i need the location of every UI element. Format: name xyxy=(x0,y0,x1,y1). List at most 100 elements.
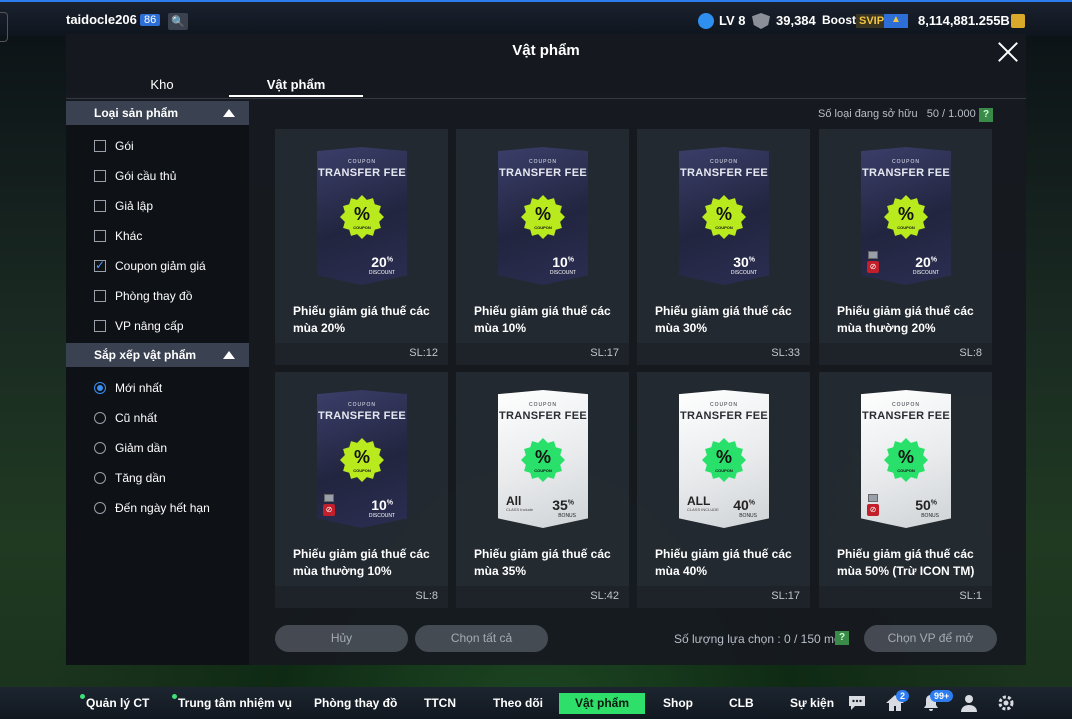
checkbox[interactable] xyxy=(94,170,106,182)
product-type-header[interactable]: Loại sản phẩm xyxy=(66,101,249,125)
nav-ttcn[interactable]: TTCN xyxy=(424,696,456,710)
coupon-value-number: 30 xyxy=(733,254,749,270)
username[interactable]: taidocle206 xyxy=(66,12,137,27)
percent-badge-icon: % COUPON xyxy=(521,195,565,239)
coupon-value-percent: % xyxy=(930,256,937,264)
item-card[interactable]: COUPON TRANSFER FEE% COUPON ⊘ 20% DISCOUNT Phi… xyxy=(819,129,992,365)
settings-gear-icon[interactable] xyxy=(996,694,1016,712)
help-icon[interactable]: ? xyxy=(979,108,993,122)
radio[interactable] xyxy=(94,442,106,454)
checkbox[interactable] xyxy=(94,230,106,242)
option-label: Tăng dần xyxy=(115,471,166,485)
option-label: Khác xyxy=(115,229,143,243)
nav-locker-room[interactable]: Phòng thay đồ xyxy=(314,696,397,710)
sort-oldest[interactable]: Cũ nhất xyxy=(94,410,157,426)
sort-header[interactable]: Sắp xếp vật phẩm xyxy=(66,343,249,367)
checkbox[interactable] xyxy=(94,200,106,212)
open-selected-button[interactable]: Chọn VP để mở xyxy=(864,625,997,652)
filter-coupons[interactable]: Coupon giảm giá xyxy=(94,258,206,274)
filter-upgrade-items[interactable]: VP nâng cấp xyxy=(94,318,184,334)
percent-badge-icon: % COUPON xyxy=(702,195,746,239)
coupon-image: COUPON TRANSFER FEE% COUPON ⊘ 10% DISCOUNT xyxy=(317,390,407,528)
svip-badge[interactable]: SVIP xyxy=(856,14,888,28)
boost-label[interactable]: Boost xyxy=(822,13,856,27)
nav-items[interactable]: Vật phẩm xyxy=(559,693,646,714)
item-quantity: SL:8 xyxy=(415,590,438,602)
item-card[interactable]: COUPON TRANSFER FEE% COUPON 20% DISCOUNT Phiế… xyxy=(275,129,448,365)
cancel-button[interactable]: Hủy xyxy=(275,625,408,652)
coupon-small-label: COUPON xyxy=(529,159,557,165)
coupon-small-label: COUPON xyxy=(348,402,376,408)
search-icon[interactable]: 🔍 xyxy=(168,13,188,30)
side-menu-handle[interactable] xyxy=(0,12,8,42)
coupon-image: COUPON TRANSFER FEE% COUPON 10% DISCOUNT xyxy=(498,147,588,285)
boost-up-icon[interactable]: ▲ xyxy=(884,14,908,28)
nav-follow[interactable]: Theo dõi xyxy=(493,696,543,710)
radio-selected[interactable] xyxy=(94,382,106,394)
coupon-value-number: 20 xyxy=(371,254,387,270)
checkbox[interactable] xyxy=(94,290,106,302)
card-thumb xyxy=(324,494,334,502)
coupon-subtext: DISCOUNT xyxy=(730,270,757,276)
quantity-bar: SL:8 xyxy=(275,586,448,608)
filter-packs[interactable]: Gói xyxy=(94,138,134,154)
item-card[interactable]: COUPON TRANSFER FEE% COUPON ⊘ 50% BONUS Phiếu … xyxy=(819,372,992,608)
tab-storage[interactable]: Kho xyxy=(95,77,229,97)
collapse-icon[interactable] xyxy=(223,109,235,117)
checkbox[interactable] xyxy=(94,140,106,152)
nav-club[interactable]: CLB xyxy=(729,696,754,710)
coupon-small-label: COUPON xyxy=(892,402,920,408)
nav-mission-center[interactable]: Trung tâm nhiệm vụ xyxy=(172,694,292,710)
new-dot xyxy=(80,694,85,699)
coupon-value-percent: % xyxy=(930,499,937,507)
radio[interactable] xyxy=(94,412,106,424)
item-card[interactable]: COUPON TRANSFER FEE% COUPON 10% DISCOUNT Phiế… xyxy=(456,129,629,365)
restricted-icon: ⊘ xyxy=(323,494,335,516)
item-card[interactable]: COUPON TRANSFER FEE% COUPON All CLASS Includ… xyxy=(456,372,629,608)
checkbox-checked[interactable] xyxy=(94,258,106,272)
chat-icon[interactable] xyxy=(847,694,867,712)
coupon-image: COUPON TRANSFER FEE% COUPON ALL CLASS INCLUD… xyxy=(679,390,769,528)
badge-symbol: % xyxy=(353,447,370,467)
item-card[interactable]: COUPON TRANSFER FEE% COUPON 30% DISCOUNT Phiế… xyxy=(637,129,810,365)
item-name: Phiếu giảm giá thuế các mùa thường 20% xyxy=(837,304,974,335)
sort-descending[interactable]: Giảm dần xyxy=(94,440,167,456)
sort-ascending[interactable]: Tăng dần xyxy=(94,470,166,486)
percent-badge-icon: % COUPON xyxy=(884,438,928,482)
sort-newest[interactable]: Mới nhất xyxy=(94,380,162,396)
filter-simulation[interactable]: Giả lập xyxy=(94,198,153,214)
filter-other[interactable]: Khác xyxy=(94,228,142,244)
radio[interactable] xyxy=(94,502,106,514)
class-subtext: CLASS INCLUDE xyxy=(687,507,719,512)
coupon-value-percent: % xyxy=(386,256,393,264)
item-card[interactable]: COUPON TRANSFER FEE% COUPON ALL CLASS INCLUD… xyxy=(637,372,810,608)
class-text: ALL xyxy=(687,494,711,508)
close-icon[interactable] xyxy=(996,40,1020,64)
profile-icon[interactable] xyxy=(959,694,979,712)
sort-expiry[interactable]: Đến ngày hết hạn xyxy=(94,500,210,516)
nav-events[interactable]: Sự kiện xyxy=(790,696,834,710)
tab-items[interactable]: Vật phẩm xyxy=(229,77,363,97)
coupon-value-percent: % xyxy=(567,499,574,507)
filter-player-packs[interactable]: Gói cầu thủ xyxy=(94,168,176,184)
items-modal: Vật phẩm Kho Vật phẩm Loại sản phẩm Gói … xyxy=(66,34,1026,665)
option-label: Phòng thay đồ xyxy=(115,289,193,303)
item-name: Phiếu giảm giá thuế các mùa 20% xyxy=(293,304,430,335)
nav-shop[interactable]: Shop xyxy=(663,696,693,710)
nav-team-management[interactable]: Quản lý CT xyxy=(80,694,149,710)
select-all-button[interactable]: Chọn tất cả xyxy=(415,625,548,652)
coupon-value: 30% xyxy=(733,254,755,270)
badge-word: COUPON xyxy=(715,225,733,230)
coupon-image: COUPON TRANSFER FEE% COUPON All CLASS Includ… xyxy=(498,390,588,528)
help-icon[interactable]: ? xyxy=(835,631,849,645)
option-label: Cũ nhất xyxy=(115,411,158,425)
bottom-nav: Quản lý CT Trung tâm nhiệm vụ Phòng thay… xyxy=(0,687,1072,719)
checkbox[interactable] xyxy=(94,320,106,332)
radio[interactable] xyxy=(94,472,106,484)
collapse-icon[interactable] xyxy=(223,351,235,359)
coupon-image: COUPON TRANSFER FEE% COUPON ⊘ 50% BONUS xyxy=(861,390,951,528)
badge-word: COUPON xyxy=(897,225,915,230)
item-card[interactable]: COUPON TRANSFER FEE% COUPON ⊘ 10% DISCOUNT Phi… xyxy=(275,372,448,608)
restricted-icon: ⊘ xyxy=(867,494,879,516)
filter-locker-room[interactable]: Phòng thay đồ xyxy=(94,288,192,304)
